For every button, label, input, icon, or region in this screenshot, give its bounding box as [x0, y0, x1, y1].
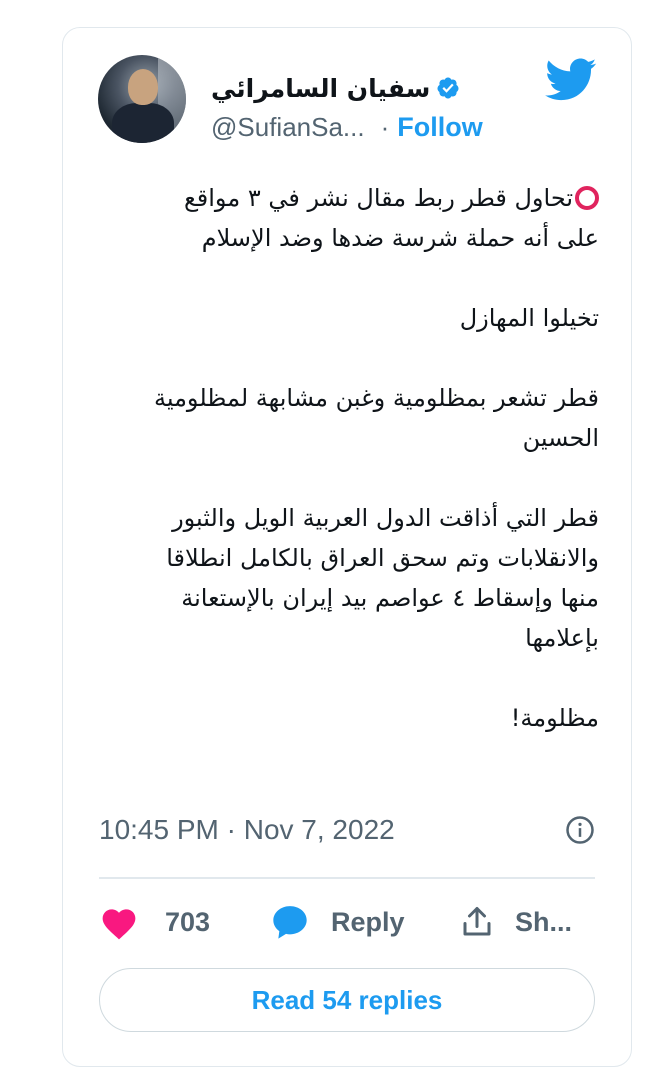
heart-icon: [102, 909, 136, 940]
tweet-paragraph: تخيلوا المهازل: [103, 298, 599, 338]
like-button[interactable]: 703: [99, 904, 269, 940]
tweet-line: منها وإسقاط ٤ عواصم بيد إيران بالإستعانة: [181, 584, 599, 612]
tweet-line: الحسين: [522, 424, 599, 452]
read-replies-label: Read 54 replies: [251, 984, 443, 1015]
red-circle-emoji: [575, 186, 599, 210]
timestamp[interactable]: 10:45 PM · Nov 7, 2022: [99, 814, 395, 846]
tweet-line-text: تحاول قطر ربط مقال نشر في ٣ مواقع: [184, 184, 573, 212]
tweet-paragraph: قطر التي أذاقت الدول العربية الويل والثب…: [103, 498, 599, 658]
tweet-line: قطر تشعر بمظلومية وغبن مشابهة لمظلومية: [153, 384, 599, 412]
timestamp-row: 10:45 PM · Nov 7, 2022: [99, 810, 595, 850]
tweet-line: والانقلابات وتم سحق العراق بالكامل انطلا…: [166, 544, 599, 572]
tweet-paragraph: قطر تشعر بمظلومية وغبن مشابهة لمظلومية ا…: [103, 378, 599, 458]
tweet-card: سفيان السامرائي @SufianSa... · Follow تح…: [62, 27, 632, 1067]
verified-badge-icon: [437, 77, 459, 99]
share-button[interactable]: Sh...: [459, 903, 572, 941]
tweet-line: تخيلوا المهازل: [459, 304, 599, 332]
tweet-paragraph: مظلومة!: [103, 698, 599, 738]
avatar[interactable]: [98, 55, 186, 143]
tweet-line: تحاول قطر ربط مقال نشر في ٣ مواقع: [103, 178, 599, 218]
tweet-line: قطر التي أذاقت الدول العربية الويل والثب…: [172, 504, 599, 532]
user-handle[interactable]: @SufianSa...: [211, 112, 365, 143]
info-icon[interactable]: [565, 815, 595, 845]
tweet-line: بإعلامها: [525, 624, 599, 652]
reply-button[interactable]: Reply: [269, 902, 459, 942]
avatar-body: [112, 103, 174, 143]
follow-button[interactable]: Follow: [397, 112, 482, 143]
tweet-text: تحاول قطر ربط مقال نشر في ٣ مواقع على أن…: [103, 178, 599, 738]
separator-dot: ·: [380, 111, 390, 142]
display-name-row[interactable]: سفيان السامرائي: [211, 68, 471, 108]
handle-row: @SufianSa... · Follow: [211, 108, 483, 146]
divider: [99, 877, 595, 879]
tweet-paragraph: تحاول قطر ربط مقال نشر في ٣ مواقع على أن…: [103, 178, 599, 258]
avatar-head: [128, 69, 158, 105]
twitter-bird-icon[interactable]: [545, 58, 597, 102]
tweet-line: مظلومة!: [510, 704, 599, 732]
read-replies-button[interactable]: Read 54 replies: [99, 968, 595, 1032]
reply-label: Reply: [331, 906, 405, 937]
like-count: 703: [165, 906, 211, 937]
display-name[interactable]: سفيان السامرائي: [211, 74, 430, 103]
reply-bubble-icon: [273, 906, 307, 939]
actions-row: 703 Reply Sh...: [99, 900, 599, 944]
tweet-line: على أنه حملة شرسة ضدها وضد الإسلام: [201, 224, 599, 252]
share-icon: [463, 907, 491, 936]
share-label: Sh...: [515, 906, 573, 937]
